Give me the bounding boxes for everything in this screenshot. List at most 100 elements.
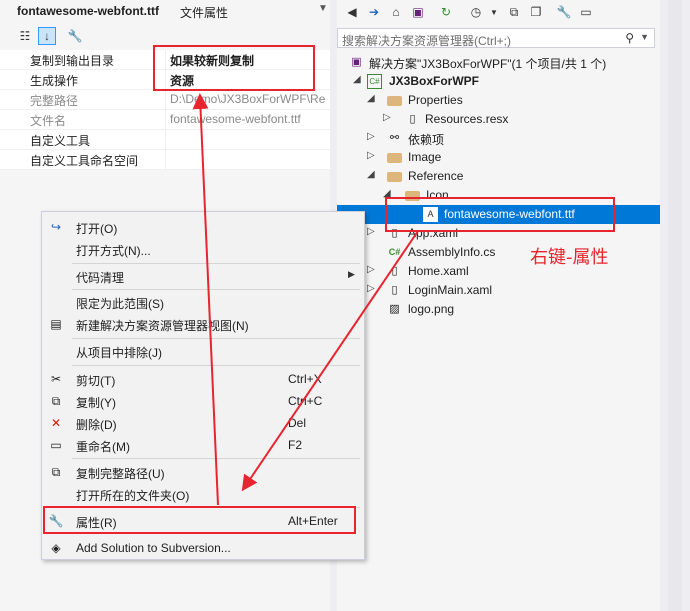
solution-explorer-toolbar: ◀ ➔ ⌂ ▣ ↻ ◷ ▼ ⧉ ❐ 🔧 ▭ [337, 0, 660, 26]
property-key: 自定义工具 [30, 134, 91, 148]
properties-object-kind: 文件属性 [180, 6, 229, 20]
menu-item-label: 从项目中排除(J) [76, 346, 162, 360]
menu-item-label: 删除(D) [76, 418, 117, 432]
property-row[interactable]: 完整路径 D:\Demo\JX3BoxForWPF\Re [0, 90, 330, 110]
wrench-icon[interactable]: 🔧 [555, 3, 573, 21]
submenu-arrow-icon: ▶ [348, 269, 355, 279]
switch-views-icon[interactable]: ▣ [409, 3, 427, 21]
menu-item-copy-full-path[interactable]: ⧉ 复制完整路径(U) [42, 461, 364, 483]
alphabetical-icon[interactable]: ↓ [38, 27, 56, 45]
menu-item-rename[interactable]: ▭ 重命名(M) F2 [42, 434, 364, 456]
tree-item-label: Home.xaml [408, 264, 469, 278]
property-key: 完整路径 [30, 94, 79, 108]
tree-item-dependencies[interactable]: ▷ ⚯ 依赖项 [337, 129, 660, 148]
menu-item-add-to-subversion[interactable]: ◈ Add Solution to Subversion... [42, 537, 364, 559]
chevron-down-icon[interactable]: ▼ [318, 3, 328, 14]
right-edge-panel [660, 0, 690, 611]
collapsed-triangle-icon[interactable]: ▷ [367, 264, 375, 275]
menu-item-shortcut: Del [288, 416, 307, 430]
search-icon[interactable]: ⚲ [625, 31, 634, 45]
highlight-box-properties-menu [43, 506, 356, 534]
wrench-icon[interactable]: 🔧 [66, 27, 84, 45]
collapsed-triangle-icon[interactable]: ▷ [367, 150, 375, 161]
scissors-icon: ✂ [50, 372, 62, 386]
tree-item-reference[interactable]: ◢ Reference [337, 167, 660, 186]
properties-folder-icon [387, 96, 402, 106]
rename-icon: ▭ [50, 438, 62, 452]
menu-item-label: 打开方式(N)... [76, 244, 151, 258]
highlight-box-properties [153, 45, 315, 91]
folder-icon [387, 153, 402, 163]
menu-item-code-cleanup[interactable]: 代码清理 ▶ [42, 265, 364, 287]
menu-separator [72, 365, 360, 366]
search-input[interactable]: 搜索解决方案资源管理器(Ctrl+;) [342, 32, 511, 49]
scrollbar[interactable] [668, 0, 682, 611]
subversion-icon: ◈ [51, 541, 61, 555]
property-key: 文件名 [30, 114, 67, 128]
menu-item-open[interactable]: ↪ 打开(O) [42, 216, 364, 238]
menu-item-exclude[interactable]: 从项目中排除(J) [42, 340, 364, 362]
tree-item-project[interactable]: ◢ C# JX3BoxForWPF [337, 72, 660, 91]
property-value: fontawesome-webfont.ttf [170, 112, 301, 126]
tree-item-logo-png[interactable]: ▨ logo.png [337, 300, 660, 319]
collapse-all-icon[interactable]: ⧉ [505, 3, 523, 21]
collapsed-triangle-icon[interactable]: ▷ [383, 112, 391, 123]
tree-item-label: Resources.resx [425, 112, 509, 126]
property-key: 生成操作 [30, 74, 79, 88]
tree-item-solution[interactable]: ▣ 解决方案"JX3BoxForWPF"(1 个项目/共 1 个) [337, 53, 660, 72]
home-icon[interactable]: ⌂ [387, 3, 405, 21]
menu-item-new-view[interactable]: ▤ 新建解决方案资源管理器视图(N) [42, 313, 364, 335]
solution-search-box[interactable]: 搜索解决方案资源管理器(Ctrl+;) ⚲ ▼ [337, 28, 655, 48]
show-all-files-icon[interactable]: ❐ [527, 3, 545, 21]
expanded-triangle-icon[interactable]: ◢ [367, 169, 375, 180]
menu-item-scope-to-this[interactable]: 限定为此范围(S) [42, 291, 364, 313]
tree-item-properties[interactable]: ◢ Properties [337, 91, 660, 110]
menu-item-cut[interactable]: ✂ 剪切(T) Ctrl+X [42, 368, 364, 390]
history-icon[interactable]: ◷ [467, 3, 485, 21]
csharp-project-icon: C# [367, 74, 382, 89]
tree-item-label: Reference [408, 169, 464, 183]
collapsed-triangle-icon[interactable]: ▷ [367, 283, 375, 294]
forward-icon[interactable]: ➔ [365, 3, 383, 21]
tree-item-label: AssemblyInfo.cs [408, 245, 496, 259]
property-row[interactable]: 自定义工具 [0, 130, 330, 150]
menu-separator [72, 458, 360, 459]
expanded-triangle-icon[interactable]: ◢ [353, 74, 361, 85]
xaml-file-icon: ▯ [391, 284, 398, 296]
tree-item-label: LoginMain.xaml [408, 283, 493, 297]
dependencies-icon: ⚯ [389, 132, 400, 144]
expanded-triangle-icon[interactable]: ◢ [367, 93, 375, 104]
properties-title-bar[interactable]: fontawesome-webfont.ttf 文件属性 ▼ [0, 0, 330, 22]
property-key: 复制到输出目录 [30, 54, 115, 68]
collapsed-triangle-icon[interactable]: ▷ [367, 131, 375, 142]
property-row[interactable]: 文件名 fontawesome-webfont.ttf [0, 110, 330, 130]
highlight-box-font-file [385, 197, 615, 232]
pending-changes-icon[interactable]: ↻ [437, 3, 455, 21]
resource-file-icon: ▯ [409, 113, 416, 125]
folder-open-icon [387, 172, 402, 182]
back-icon[interactable]: ◀ [343, 3, 361, 21]
tree-item-assemblyinfo[interactable]: C# AssemblyInfo.cs [337, 243, 660, 262]
menu-item-label: 复制完整路径(U) [76, 467, 165, 481]
menu-item-delete[interactable]: ✕ 删除(D) Del [42, 412, 364, 434]
tree-item-home-xaml[interactable]: ▷ ▯ Home.xaml [337, 262, 660, 281]
menu-item-copy[interactable]: ⧉ 复制(Y) Ctrl+C [42, 390, 364, 412]
collapsed-triangle-icon[interactable]: ▷ [367, 226, 375, 237]
menu-item-open-folder[interactable]: 打开所在的文件夹(O) [42, 483, 364, 505]
tree-item-label: Properties [408, 93, 463, 107]
menu-item-open-with[interactable]: 打开方式(N)... [42, 238, 364, 260]
categorized-icon[interactable]: ☷ [16, 27, 34, 45]
tree-item-resources[interactable]: ▷ ▯ Resources.resx [337, 110, 660, 129]
property-row[interactable]: 自定义工具命名空间 [0, 150, 330, 170]
preview-icon[interactable]: ▭ [577, 3, 595, 21]
menu-item-label: 复制(Y) [76, 396, 116, 410]
menu-item-label: 打开(O) [76, 222, 118, 236]
copy-icon: ⧉ [51, 394, 61, 408]
tree-item-label: logo.png [408, 302, 455, 316]
tree-item-loginmain-xaml[interactable]: ▷ ▯ LoginMain.xaml [337, 281, 660, 300]
chevron-down-icon[interactable]: ▼ [640, 32, 649, 42]
tree-item-image[interactable]: ▷ Image [337, 148, 660, 167]
tree-item-label: JX3BoxForWPF [389, 74, 480, 88]
chevron-down-icon[interactable]: ▼ [485, 3, 503, 21]
menu-item-shortcut: Ctrl+X [288, 372, 322, 386]
